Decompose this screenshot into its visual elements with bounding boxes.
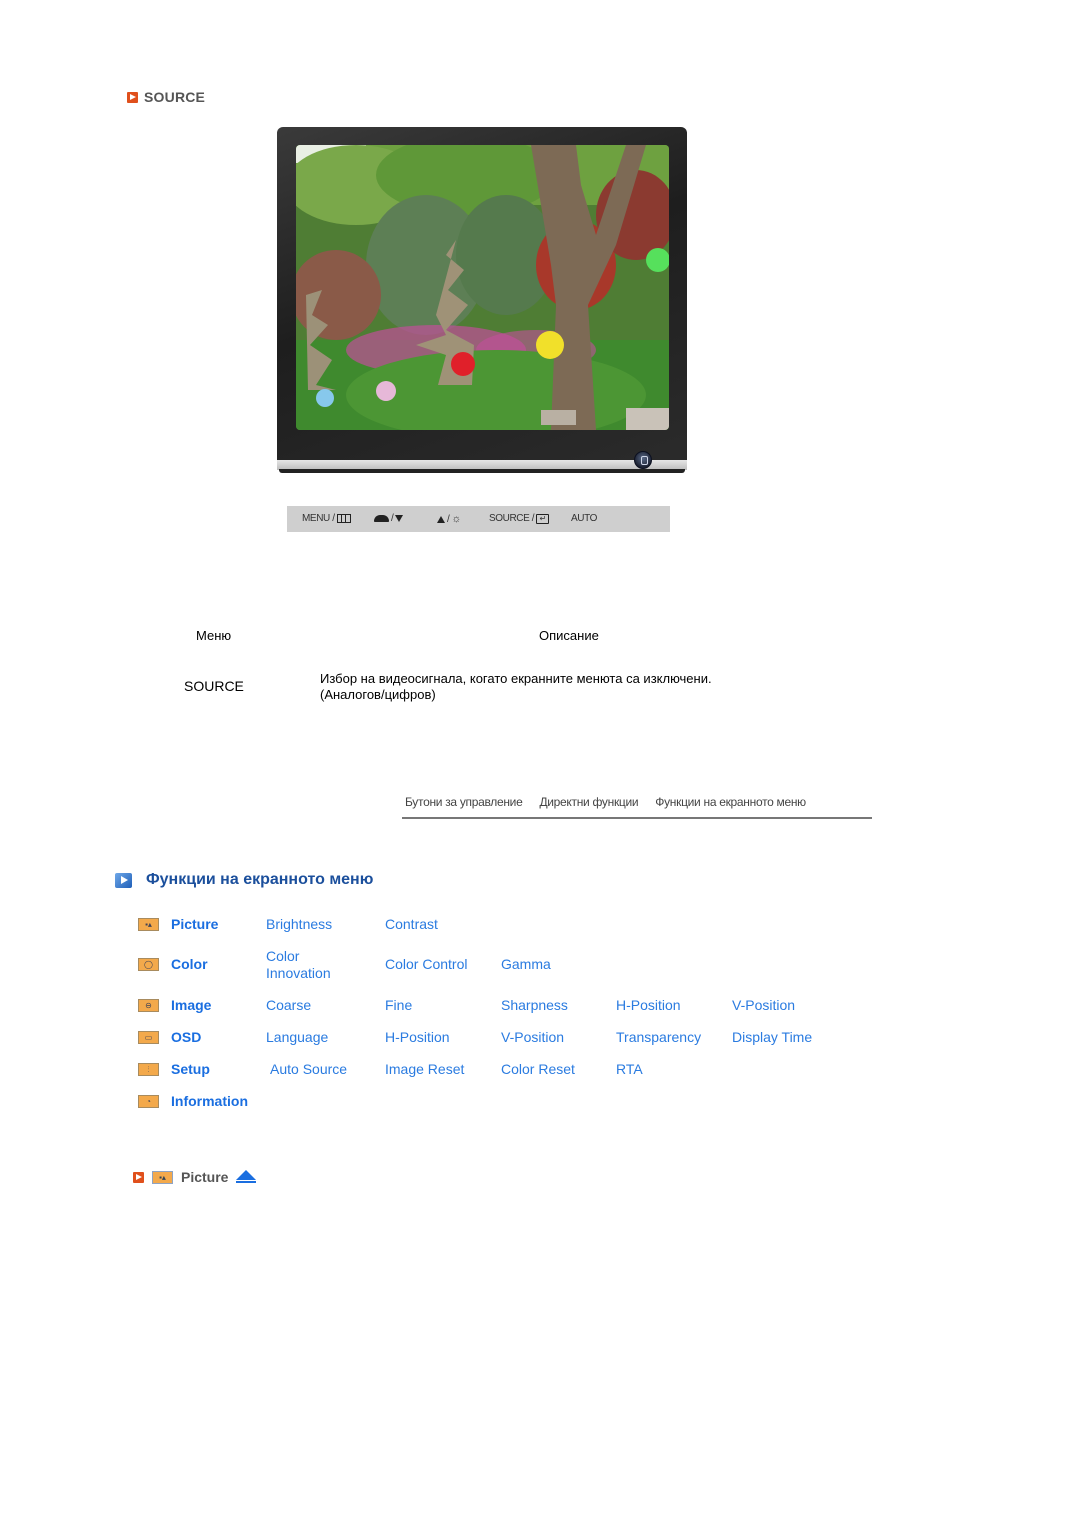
menu-category-color[interactable]: Color bbox=[171, 956, 208, 972]
menu-item-display-time[interactable]: Display Time bbox=[732, 1029, 812, 1046]
up-triangle-shape bbox=[236, 1170, 257, 1180]
back-to-top-icon[interactable] bbox=[236, 1170, 257, 1183]
control-button-bar: MENU / / / ☼ SOURCE / ↵ AUTO bbox=[287, 506, 670, 532]
table-cell-description: Избор на видеосигнала, когато екранните … bbox=[320, 671, 790, 703]
slash-separator: / bbox=[447, 513, 450, 525]
menu-item-rta[interactable]: RTA bbox=[616, 1061, 643, 1078]
menu-category-information[interactable]: Information bbox=[171, 1093, 248, 1109]
nav-tab-control-buttons[interactable]: Бутони за управление bbox=[405, 795, 523, 817]
orange-play-icon bbox=[133, 1171, 144, 1183]
auto-control: AUTO bbox=[571, 513, 597, 524]
blue-play-icon bbox=[115, 872, 132, 888]
section-nav-tabs: Бутони за управление Директни функции Фу… bbox=[402, 795, 872, 819]
up-triangle-base bbox=[236, 1181, 257, 1183]
menu-label: MENU / bbox=[302, 513, 335, 524]
description-line: Избор на видеосигнала, когато екранните … bbox=[320, 671, 712, 686]
section-heading-source: SOURCE bbox=[127, 89, 205, 105]
osd-menu-icon: ▭ bbox=[138, 1031, 159, 1044]
power-button-icon bbox=[634, 451, 652, 469]
triangle-up-icon bbox=[437, 515, 445, 523]
monitor-base-shadow bbox=[279, 469, 685, 473]
enter-icon: ↵ bbox=[536, 513, 550, 524]
picture-section-link[interactable]: ▪▴ Picture bbox=[133, 1169, 257, 1185]
menu-category-osd[interactable]: OSD bbox=[171, 1029, 201, 1045]
menu-item-image-v-position[interactable]: V-Position bbox=[732, 997, 795, 1014]
grid-icon bbox=[336, 514, 351, 523]
picture-menu-icon: ▪▴ bbox=[138, 918, 159, 931]
up-brightness-control: / ☼ bbox=[437, 513, 461, 525]
menu-item-language[interactable]: Language bbox=[266, 1029, 328, 1046]
menu-item-image-reset[interactable]: Image Reset bbox=[385, 1061, 464, 1078]
menu-item-color-innovation[interactable]: Color Innovation bbox=[266, 948, 331, 982]
source-label: SOURCE / bbox=[489, 513, 535, 524]
menu-item-fine[interactable]: Fine bbox=[385, 997, 412, 1014]
osd-heading: Функции на екранното меню bbox=[115, 871, 373, 889]
section-title: SOURCE bbox=[144, 89, 206, 105]
menu-control: MENU / bbox=[302, 513, 351, 524]
menu-category-picture[interactable]: Picture bbox=[171, 916, 218, 932]
garden-photo bbox=[296, 145, 669, 430]
menu-item-coarse[interactable]: Coarse bbox=[266, 997, 311, 1014]
osd-title: Функции на екранното меню bbox=[146, 871, 374, 888]
menu-item-color-reset[interactable]: Color Reset bbox=[501, 1061, 575, 1078]
menu-item-sharpness[interactable]: Sharpness bbox=[501, 997, 568, 1014]
monitor-screen-photo bbox=[296, 145, 669, 430]
monitor-illustration bbox=[277, 127, 687, 475]
menu-item-osd-h-position[interactable]: H-Position bbox=[385, 1029, 450, 1046]
nav-tab-osd-functions[interactable]: Функции на екранното меню bbox=[655, 795, 806, 817]
triangle-down-icon bbox=[395, 515, 404, 522]
brightness-sun-icon: ☼ bbox=[451, 513, 462, 525]
color-innovation-line: Color bbox=[266, 948, 300, 964]
menu-item-auto-source[interactable]: Auto Source bbox=[270, 1061, 347, 1078]
color-menu-icon: ◯ bbox=[138, 958, 159, 971]
color-innovation-line: Innovation bbox=[266, 965, 331, 981]
menu-category-image[interactable]: Image bbox=[171, 997, 211, 1013]
magic-bright-icon bbox=[374, 515, 389, 522]
table-header-description: Описание bbox=[539, 628, 599, 643]
auto-label: AUTO bbox=[571, 513, 597, 524]
menu-item-image-h-position[interactable]: H-Position bbox=[616, 997, 681, 1014]
description-line: (Аналогов/цифров) bbox=[320, 687, 436, 702]
menu-item-transparency[interactable]: Transparency bbox=[616, 1029, 701, 1046]
nav-tab-direct-functions[interactable]: Директни функции bbox=[539, 795, 638, 817]
source-control: SOURCE / ↵ bbox=[489, 513, 550, 524]
setup-menu-icon: ⫶ bbox=[138, 1063, 159, 1076]
table-header-menu: Меню bbox=[196, 628, 232, 643]
orange-play-icon bbox=[127, 91, 138, 103]
menu-item-brightness[interactable]: Brightness bbox=[266, 916, 332, 933]
menu-item-color-control[interactable]: Color Control bbox=[385, 956, 467, 973]
menu-category-setup[interactable]: Setup bbox=[171, 1061, 210, 1077]
menu-item-gamma[interactable]: Gamma bbox=[501, 956, 551, 973]
menu-item-osd-v-position[interactable]: V-Position bbox=[501, 1029, 564, 1046]
table-cell-menu: SOURCE bbox=[184, 678, 244, 694]
brightness-down-control: / bbox=[374, 513, 404, 524]
picture-menu-icon: ▪▴ bbox=[152, 1170, 173, 1184]
slash-separator: / bbox=[391, 513, 394, 524]
image-menu-icon: ⊖ bbox=[138, 999, 159, 1012]
menu-item-contrast[interactable]: Contrast bbox=[385, 916, 438, 933]
information-menu-icon: ◔ bbox=[138, 1095, 159, 1108]
picture-link-label: Picture bbox=[181, 1169, 229, 1185]
